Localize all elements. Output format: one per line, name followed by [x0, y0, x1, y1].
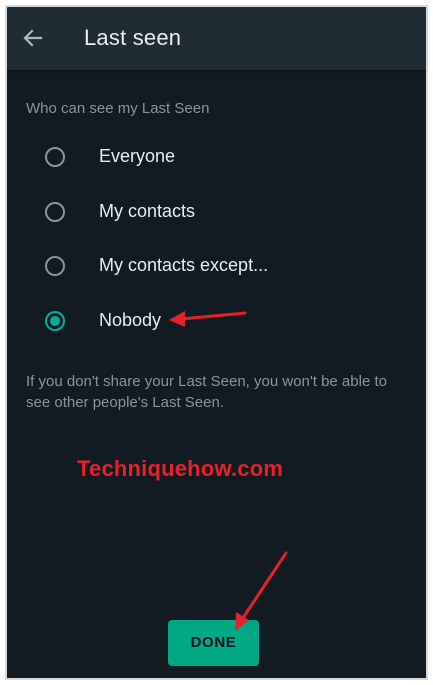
option-my-contacts-except[interactable]: My contacts except...	[27, 247, 407, 291]
radio-button[interactable]	[45, 256, 65, 276]
info-footnote: If you don't share your Last Seen, you w…	[26, 373, 387, 411]
phone-screen: Last seen Who can see my Last Seen Every…	[7, 7, 426, 678]
option-label: My contacts except...	[99, 255, 269, 275]
watermark-text: Techniquehow.com	[77, 456, 284, 481]
back-button[interactable]	[17, 21, 51, 55]
radio-button[interactable]	[45, 147, 65, 167]
option-my-contacts[interactable]: My contacts	[27, 193, 407, 237]
page-title: Last seen	[84, 25, 182, 50]
radio-button[interactable]	[45, 202, 65, 222]
app-bar: Last seen	[7, 7, 426, 70]
option-everyone[interactable]: Everyone	[27, 138, 407, 182]
radio-button-selected[interactable]	[45, 311, 65, 331]
done-button-label: DONE	[190, 634, 237, 651]
arrow-left-icon	[23, 29, 43, 47]
option-label: My contacts	[99, 201, 196, 221]
option-label: Everyone	[99, 146, 176, 166]
option-nobody[interactable]: Nobody	[27, 302, 407, 346]
option-label: Nobody	[99, 310, 162, 330]
done-button[interactable]: DONE	[168, 620, 259, 666]
section-label: Who can see my Last Seen	[26, 100, 210, 117]
